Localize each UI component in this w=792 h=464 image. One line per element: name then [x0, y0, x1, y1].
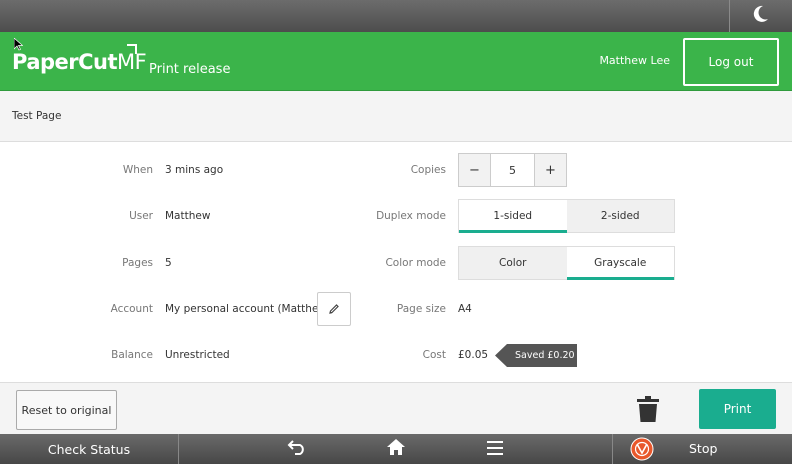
balance-label: Balance [111, 349, 153, 361]
color-mode-label: Color mode [385, 257, 446, 269]
back-button[interactable] [287, 439, 307, 459]
reset-to-original-button[interactable]: Reset to original [16, 390, 117, 430]
print-button[interactable]: Print [699, 389, 776, 429]
pages-label: Pages [122, 257, 153, 269]
duplex-toggle: 1-sided 2-sided [458, 199, 675, 233]
username: Matthew Lee [599, 54, 670, 67]
balance-value: Unrestricted [165, 349, 230, 361]
pages-value: 5 [165, 257, 172, 269]
document-title-bar: Test Page [0, 91, 792, 142]
duplex-label: Duplex mode [376, 210, 446, 222]
copies-decrement-button[interactable]: − [459, 154, 490, 186]
action-bar: Reset to original Print [0, 382, 792, 434]
user-label: User [129, 210, 153, 222]
stop-label: Stop [689, 441, 718, 456]
logout-button[interactable]: Log out [683, 38, 779, 86]
copies-value[interactable]: 5 [490, 154, 535, 186]
duplex-option-2-sided[interactable]: 2-sided [566, 200, 674, 232]
page-size-value: A4 [458, 303, 472, 315]
back-icon [287, 439, 307, 459]
when-value: 3 mins ago [165, 164, 224, 176]
print-release-screen: PaperCutMF Print release Matthew Lee Log… [0, 0, 792, 464]
stop-button[interactable]: Stop [612, 434, 792, 464]
mouse-cursor-icon [13, 36, 24, 55]
trash-icon [637, 396, 659, 426]
cost-value: £0.05 [458, 349, 489, 361]
device-nav-bar: Check Status Stop [0, 434, 792, 464]
when-label: When [122, 164, 153, 176]
system-bar [0, 0, 792, 32]
home-button[interactable] [386, 439, 406, 459]
menu-icon [487, 440, 503, 459]
app-header: PaperCutMF Print release Matthew Lee Log… [0, 32, 792, 91]
document-title: Test Page [12, 110, 62, 122]
papercut-logo: PaperCutMF [12, 44, 147, 74]
copies-increment-button[interactable]: + [535, 154, 566, 186]
duplex-option-1-sided[interactable]: 1-sided [459, 200, 567, 233]
menu-button[interactable] [485, 439, 505, 459]
account-label: Account [110, 303, 153, 315]
stop-icon [630, 437, 654, 464]
delete-button[interactable] [637, 396, 659, 426]
night-mode-button[interactable] [729, 0, 792, 32]
color-option-color[interactable]: Color [459, 247, 567, 279]
saved-badge: Saved £0.20 [495, 344, 577, 367]
color-option-grayscale[interactable]: Grayscale [566, 247, 674, 280]
color-mode-toggle: Color Grayscale [458, 246, 675, 280]
app-title: Print release [149, 62, 231, 77]
user-value: Matthew [165, 210, 211, 222]
copies-stepper: − 5 + [458, 153, 567, 187]
check-status-button[interactable]: Check Status [0, 434, 179, 464]
home-icon [386, 438, 406, 460]
page-size-label: Page size [396, 303, 446, 315]
cost-label: Cost [422, 349, 446, 361]
copies-label: Copies [410, 164, 446, 176]
moon-icon [753, 5, 769, 27]
account-value: My personal account (Matthew) [165, 303, 332, 315]
